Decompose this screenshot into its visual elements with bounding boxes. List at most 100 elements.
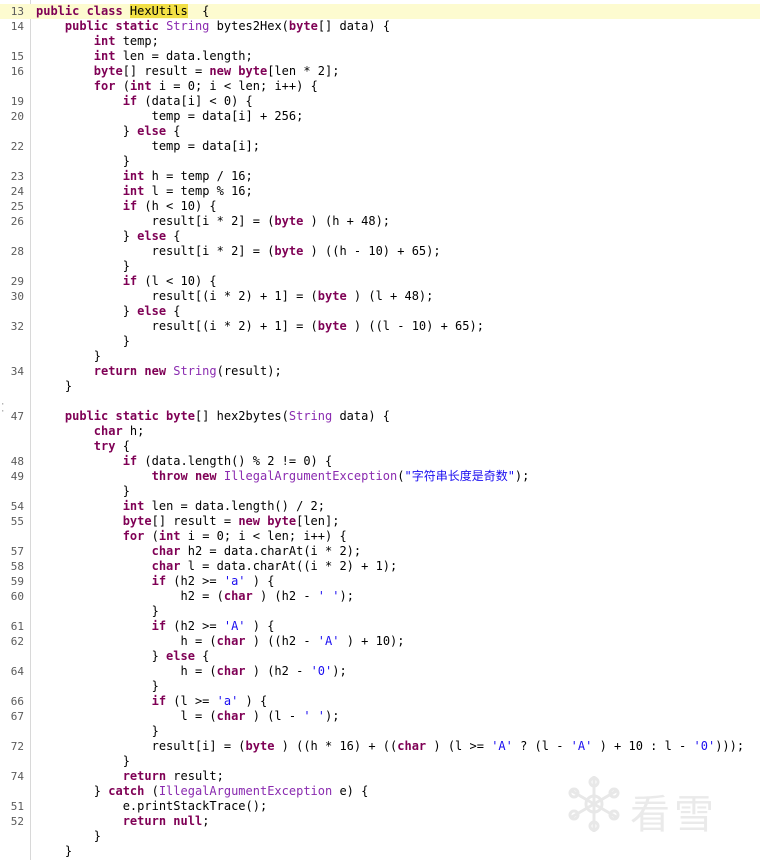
line-number: 22 [10,140,24,153]
code-line[interactable]: 48 if (data.length() % 2 != 0) { [0,454,760,469]
code-line[interactable]: 67 l = (char ) (l - ' '); [0,709,760,724]
code-token: } [36,334,130,348]
code-text: temp = data[i]; [36,139,260,154]
code-line[interactable]: char h; [0,424,760,439]
code-line[interactable]: 55 byte[] result = new byte[len]; [0,514,760,529]
code-line[interactable]: 20 temp = data[i] + 256; [0,109,760,124]
code-line[interactable]: for (int i = 0; i < len; i++) { [0,529,760,544]
code-line[interactable]: 59 if (h2 >= 'a' ) { [0,574,760,589]
code-line[interactable]: 30 result[(i * 2) + 1] = (byte ) (l + 48… [0,289,760,304]
code-line[interactable]: } else { [0,649,760,664]
code-token: ) ((h2 - [245,634,318,648]
code-line[interactable]: 23 int h = temp / 16; [0,169,760,184]
code-text: } [36,349,101,364]
type-token: String [288,409,333,423]
code-line[interactable]: } [0,484,760,499]
code-line[interactable]: 26 result[i * 2] = (byte ) (h + 48); [0,214,760,229]
code-line[interactable]: } [0,844,760,859]
code-line[interactable]: 60 h2 = (char ) (h2 - ' '); [0,589,760,604]
code-line[interactable] [0,394,760,409]
watermark-text: 看雪 [630,792,718,838]
code-token: len = data.length; [115,49,253,63]
line-number: 28 [10,245,24,258]
code-text: byte[] result = new byte[len * 2]; [36,64,340,79]
code-line[interactable]: } [0,754,760,769]
code-token: h = temp / 16; [144,169,253,183]
code-line[interactable]: 29 if (l < 10) { [0,274,760,289]
code-text: } [36,154,130,169]
code-line[interactable]: 54 int len = data.length() / 2; [0,499,760,514]
code-line[interactable]: 32 result[(i * 2) + 1] = (byte ) ((l - 1… [0,319,760,334]
code-line[interactable]: } [0,259,760,274]
code-line[interactable]: 19 if (data[i] < 0) { [0,94,760,109]
code-line[interactable]: 16 byte[] result = new byte[len * 2]; [0,64,760,79]
code-token: result[(i * 2) + 1] = ( [36,319,318,333]
code-line[interactable]: } else { [0,229,760,244]
code-line[interactable]: 13 public class HexUtils { [0,4,760,19]
line-number: 67 [10,710,24,723]
code-token: ) + 10); [339,634,405,648]
code-line[interactable]: 58 char l = data.charAt((i * 2) + 1); [0,559,760,574]
string-token: 'A' [570,739,593,753]
code-line[interactable]: } [0,604,760,619]
code-editor[interactable]: · · 13 public class HexUtils {14 public s… [0,0,760,860]
code-token: temp = data[i] + 256; [36,109,304,123]
code-text: int h = temp / 16; [36,169,253,184]
code-line[interactable]: 61 if (h2 >= 'A' ) { [0,619,760,634]
keyword-token: else [166,649,195,663]
keyword-token: byte [317,319,347,333]
code-line[interactable]: } [0,724,760,739]
keyword-token: return null [122,814,203,828]
code-line[interactable]: 22 temp = data[i]; [0,139,760,154]
code-text: } [36,379,72,394]
code-line[interactable]: } else { [0,304,760,319]
code-line[interactable]: 57 char h2 = data.charAt(i * 2); [0,544,760,559]
code-line[interactable]: 62 h = (char ) ((h2 - 'A' ) + 10); [0,634,760,649]
code-token: { [166,229,181,243]
code-line[interactable]: 15 int len = data.length; [0,49,760,64]
code-line[interactable]: try { [0,439,760,454]
code-line[interactable]: } else { [0,124,760,139]
string-token: "字符串长度是奇数" [404,469,515,483]
keyword-token: public static [64,19,167,33]
code-line[interactable]: 64 h = (char ) (h2 - '0'); [0,664,760,679]
code-line[interactable]: } [0,334,760,349]
line-number: 61 [10,620,24,633]
code-text: if (data.length() % 2 != 0) { [36,454,333,469]
code-line[interactable]: 49 throw new IllegalArgumentException("字… [0,469,760,484]
code-text: if (h2 >= 'A' ) { [36,619,275,634]
code-line[interactable]: } [0,154,760,169]
code-line[interactable]: 25 if (h < 10) { [0,199,760,214]
code-token: ); [325,709,340,723]
keyword-token: if [122,199,138,213]
code-line[interactable]: 66 if (l >= 'a' ) { [0,694,760,709]
code-area[interactable]: 13 public class HexUtils {14 public stati… [0,4,760,859]
code-token: [len * 2]; [267,64,340,78]
code-line[interactable]: int temp; [0,34,760,49]
code-token: (h < 10) { [137,199,217,213]
code-line[interactable]: for (int i = 0; i < len; i++) { [0,79,760,94]
code-line[interactable]: 72 result[i] = (byte ) ((h * 16) + ((cha… [0,739,760,754]
code-text: } else { [36,649,210,664]
line-number: 58 [10,560,24,573]
keyword-token: int [122,184,145,198]
code-line[interactable]: 47 public static byte[] hex2bytes(String… [0,409,760,424]
code-token: result[i * 2] = ( [36,214,275,228]
code-text: for (int i = 0; i < len; i++) { [36,79,318,94]
code-token: } [36,844,73,858]
code-token: } [36,784,109,798]
code-token: ( [115,79,130,93]
code-line[interactable]: } [0,679,760,694]
code-line[interactable]: 34 return new String(result); [0,364,760,379]
code-line[interactable]: } [0,379,760,394]
keyword-token: if [151,619,167,633]
code-line[interactable]: 28 result[i * 2] = (byte ) ((h - 10) + 6… [0,244,760,259]
code-token: result[(i * 2) + 1] = ( [36,289,318,303]
code-line[interactable]: } [0,349,760,364]
code-text: int len = data.length; [36,49,253,64]
string-token: 'A' [317,634,340,648]
code-line[interactable]: 24 int l = temp % 16; [0,184,760,199]
code-line[interactable]: 14 public static String bytes2Hex(byte[]… [0,19,760,34]
